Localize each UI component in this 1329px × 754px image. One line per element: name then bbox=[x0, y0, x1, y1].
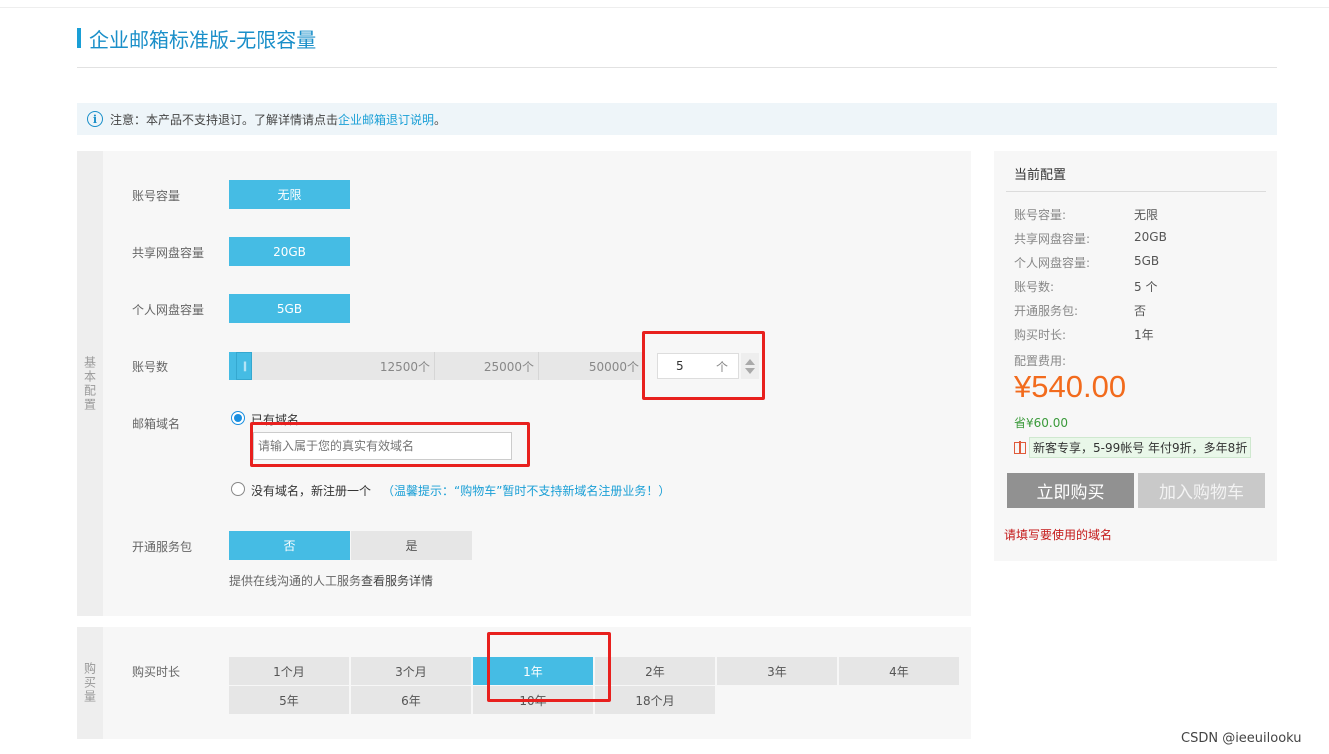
summary-row: 购买时长: 1年 bbox=[1014, 328, 1154, 342]
service-description: 提供在线沟通的人工服务查看服务详情 bbox=[229, 572, 433, 589]
radio-existing-domain[interactable] bbox=[231, 411, 245, 425]
top-divider bbox=[0, 7, 1329, 8]
shared-disk-option[interactable]: 20GB bbox=[229, 237, 350, 266]
basic-config-panel: 基本配置 账号容量 无限 共享网盘容量 20GB 个人网盘容量 5GB 账号数 … bbox=[77, 151, 971, 616]
summary-row: 共享网盘容量: 20GB bbox=[1014, 230, 1167, 246]
accounts-slider[interactable]: 12500个 25000个 50000个 || bbox=[229, 352, 643, 380]
fee-label: 配置费用: bbox=[1014, 354, 1067, 368]
basic-config-side-label: 基本配置 bbox=[77, 151, 103, 616]
slider-handle[interactable]: || bbox=[236, 352, 252, 380]
summary-row: 账号数: 5 个 bbox=[1014, 280, 1158, 294]
service-option-yes[interactable]: 是 bbox=[351, 531, 472, 560]
duration-option-5-years[interactable]: 5年 bbox=[229, 686, 349, 714]
duration-label: 购买时长 bbox=[132, 665, 181, 679]
duration-option-18-months[interactable]: 18个月 bbox=[595, 686, 715, 714]
annotation-box-duration bbox=[487, 632, 611, 702]
gift-icon bbox=[1014, 440, 1026, 454]
notice-suffix: 。 bbox=[434, 112, 447, 127]
duration-option-1-month[interactable]: 1个月 bbox=[229, 657, 349, 685]
personal-disk-option[interactable]: 5GB bbox=[229, 294, 350, 323]
savings-text: 省¥60.00 bbox=[1014, 416, 1068, 430]
purchase-side-label: 购买量 bbox=[77, 627, 103, 739]
domain-label: 邮箱域名 bbox=[132, 417, 181, 431]
annotation-box-quantity bbox=[642, 331, 765, 400]
add-to-cart-button[interactable]: 加入购物车 bbox=[1138, 473, 1265, 508]
personal-disk-label: 个人网盘容量 bbox=[132, 303, 205, 317]
duration-option-6-years[interactable]: 6年 bbox=[351, 686, 471, 714]
duration-option-3-months[interactable]: 3个月 bbox=[351, 657, 471, 685]
info-icon: i bbox=[87, 111, 103, 127]
summary-row: 开通服务包: 否 bbox=[1014, 304, 1147, 318]
capacity-label: 账号容量 bbox=[132, 189, 181, 203]
slider-tick-12500: 12500个 bbox=[333, 352, 435, 380]
promo-text: 新客专享，5-99帐号 年付9折，多年8折 bbox=[1029, 437, 1252, 458]
domain-tip: （温馨提示：“购物车”暂时不支持新域名注册业务！） bbox=[382, 484, 671, 498]
current-config-panel: 当前配置 账号容量: 无限 共享网盘容量: 20GB 个人网盘容量: 5GB 账号数:… bbox=[994, 151, 1277, 561]
notice-text: 注意：本产品不支持退订。了解详情请点击 bbox=[110, 112, 339, 127]
page-header: 企业邮箱标准版-无限容量 bbox=[77, 27, 316, 52]
capacity-option-unlimited[interactable]: 无限 bbox=[229, 180, 350, 209]
new-domain-label: 没有域名，新注册一个 bbox=[251, 484, 372, 498]
service-desc-text: 提供在线沟通的人工服务 bbox=[229, 574, 362, 588]
total-price: ¥540.00 bbox=[1014, 369, 1127, 404]
refund-policy-link[interactable]: 企业邮箱退订说明 bbox=[338, 111, 434, 128]
watermark: CSDN @ieeuilooku bbox=[1181, 731, 1302, 746]
title-accent bbox=[77, 28, 81, 48]
service-label: 开通服务包 bbox=[132, 540, 193, 554]
radio-new-domain[interactable] bbox=[231, 482, 245, 496]
header-divider bbox=[77, 67, 1277, 68]
duration-option-2-years[interactable]: 2年 bbox=[595, 657, 715, 685]
notice-bar: i 注意：本产品不支持退订。了解详情请点击 企业邮箱退订说明 。 bbox=[77, 103, 1277, 135]
duration-option-4-years[interactable]: 4年 bbox=[839, 657, 959, 685]
current-config-header: 当前配置 bbox=[1014, 168, 1067, 183]
slider-tick-50000: 50000个 bbox=[588, 359, 639, 374]
summary-row: 个人网盘容量: 5GB bbox=[1014, 254, 1160, 270]
summary-row: 账号容量: 无限 bbox=[1014, 208, 1159, 222]
service-details-link[interactable]: 查看服务详情 bbox=[361, 574, 433, 588]
slider-tick-25000: 25000个 bbox=[435, 352, 539, 380]
accounts-label: 账号数 bbox=[132, 360, 169, 374]
promo-banner: 新客专享，5-99帐号 年付9折，多年8折 bbox=[1014, 437, 1252, 458]
annotation-box-domain bbox=[250, 422, 530, 467]
current-config-divider bbox=[1006, 191, 1266, 192]
shared-disk-label: 共享网盘容量 bbox=[132, 246, 205, 260]
page-title: 企业邮箱标准版-无限容量 bbox=[89, 27, 317, 52]
duration-option-3-years[interactable]: 3年 bbox=[717, 657, 837, 685]
domain-error-message: 请填写要使用的域名 bbox=[1004, 528, 1113, 542]
service-option-no[interactable]: 否 bbox=[229, 531, 350, 560]
buy-now-button[interactable]: 立即购买 bbox=[1007, 473, 1134, 508]
